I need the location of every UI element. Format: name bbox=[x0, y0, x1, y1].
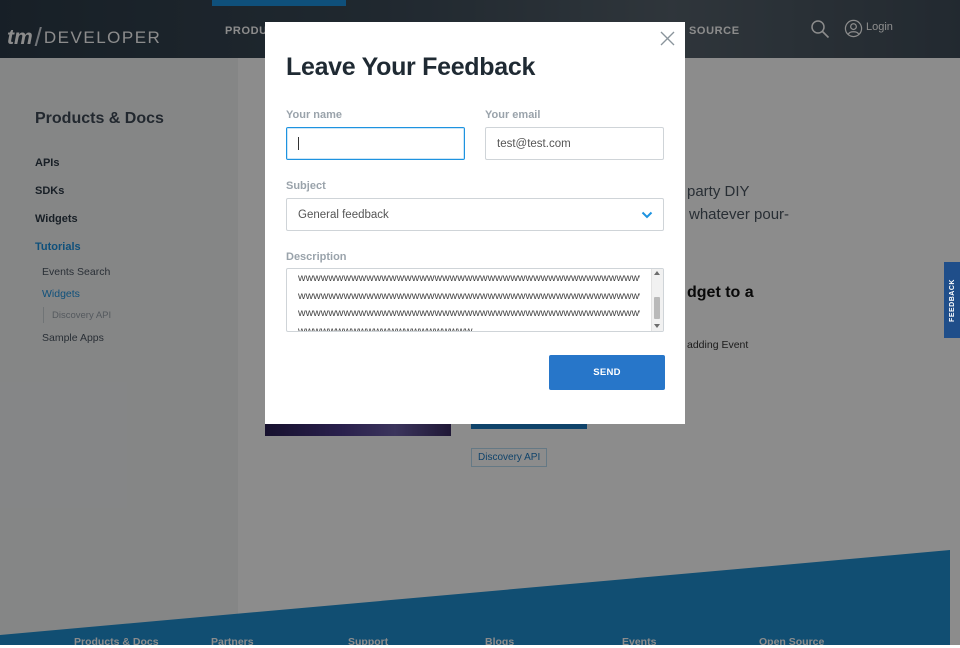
text-cursor bbox=[298, 137, 299, 150]
scroll-up-arrow-icon[interactable] bbox=[654, 271, 660, 275]
description-scrollbar[interactable] bbox=[651, 269, 663, 331]
description-line: wwwwwwwwwwwwwwwwwwwwwwwwwwwwwwwwwwwwwwww… bbox=[298, 307, 640, 319]
feedback-side-tab[interactable]: FEEDBACK bbox=[944, 262, 960, 338]
description-label: Description bbox=[286, 251, 347, 263]
scroll-thumb[interactable] bbox=[654, 297, 660, 319]
description-line: wwwwwwwwwwwwwwwwwwwwwwwwwwwwwwwwwwwwwwww… bbox=[298, 272, 640, 284]
name-input[interactable] bbox=[286, 127, 465, 160]
close-icon[interactable] bbox=[659, 30, 676, 47]
email-input-value: test@test.com bbox=[497, 137, 571, 150]
subject-label: Subject bbox=[286, 180, 326, 192]
description-text: wwwwwwwwwwwwwwwwwwwwwwwwwwwwwwwwwwwwwwww… bbox=[298, 270, 640, 332]
email-label: Your email bbox=[485, 109, 541, 121]
chevron-down-icon bbox=[641, 211, 653, 219]
modal-title: Leave Your Feedback bbox=[286, 53, 536, 81]
name-label: Your name bbox=[286, 109, 343, 121]
description-line: wwwwwwwwwwwwwwwwwwwwwwwwwwwwwwwwwwwwwwww… bbox=[298, 289, 640, 302]
scroll-down-arrow-icon[interactable] bbox=[654, 324, 660, 328]
subject-select[interactable]: General feedback bbox=[286, 198, 664, 231]
feedback-tab-label: FEEDBACK bbox=[948, 278, 956, 322]
description-textarea[interactable]: wwwwwwwwwwwwwwwwwwwwwwwwwwwwwwwwwwwwwwww… bbox=[286, 268, 664, 332]
subject-select-value: General feedback bbox=[298, 208, 389, 221]
feedback-modal: Leave Your Feedback Your name Your email… bbox=[265, 22, 685, 424]
send-button[interactable]: SEND bbox=[549, 355, 665, 390]
description-line: wwwwwwwwwwwwwwwwwwwwwww bbox=[298, 324, 473, 332]
email-input[interactable]: test@test.com bbox=[485, 127, 664, 160]
